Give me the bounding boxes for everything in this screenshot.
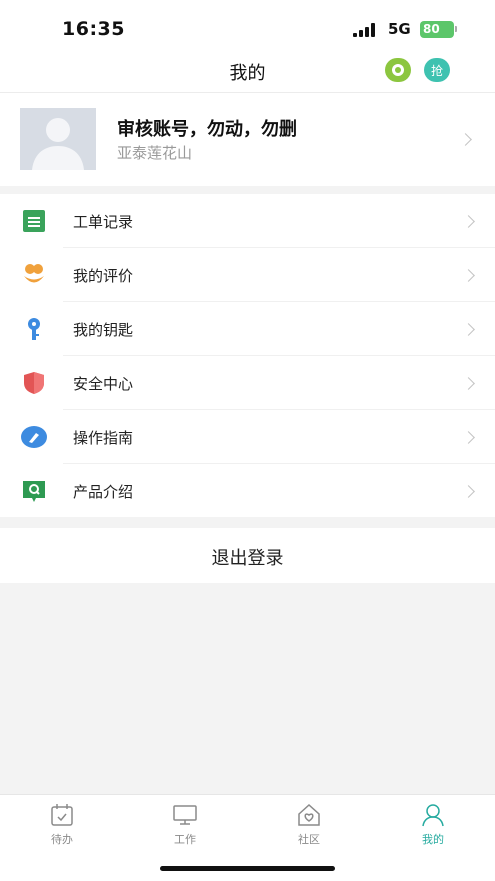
chevron-right-icon xyxy=(462,323,475,336)
flower-icon xyxy=(24,264,44,283)
status-bar: 16:35 5G 80 xyxy=(0,0,495,52)
tab-mine[interactable]: 我的 xyxy=(393,803,473,851)
calendar-check-icon xyxy=(51,804,73,826)
menu-item-work-orders[interactable]: 工单记录 xyxy=(0,194,495,248)
key-icon xyxy=(28,318,40,340)
community-home-icon xyxy=(298,803,320,826)
profile-name: 审核账号，勿动，勿删 xyxy=(117,119,297,140)
menu-item-my-keys[interactable]: 我的钥匙 xyxy=(0,302,495,356)
work-order-icon xyxy=(23,210,45,232)
avatar xyxy=(20,108,96,170)
tab-label: 待办 xyxy=(51,833,73,846)
tab-label: 工作 xyxy=(174,833,196,846)
ticket-icon xyxy=(392,64,404,76)
product-icon xyxy=(23,481,45,502)
logout-label: 退出登录 xyxy=(211,548,284,569)
menu-label: 我的钥匙 xyxy=(73,321,134,339)
menu-label: 产品介绍 xyxy=(73,483,134,501)
tab-todo[interactable]: 待办 xyxy=(22,803,102,851)
tab-label: 社区 xyxy=(298,833,320,846)
network-type: 5G xyxy=(388,20,411,38)
chevron-right-icon xyxy=(459,133,472,146)
default-avatar-icon xyxy=(32,118,84,170)
menu-item-security-center[interactable]: 安全中心 xyxy=(0,356,495,410)
status-time: 16:35 xyxy=(62,18,125,40)
home-indicator xyxy=(160,866,335,871)
chevron-right-icon xyxy=(462,431,475,444)
logout-button[interactable]: 退出登录 xyxy=(0,528,495,583)
ticket-button[interactable] xyxy=(385,58,411,82)
menu-item-product-intro[interactable]: 产品介绍 xyxy=(0,464,495,518)
chevron-right-icon xyxy=(462,485,475,498)
tab-label: 我的 xyxy=(422,833,444,846)
tab-work[interactable]: 工作 xyxy=(145,803,225,851)
chevron-right-icon xyxy=(462,269,475,282)
menu-label: 我的评价 xyxy=(73,267,134,285)
menu-label: 工单记录 xyxy=(73,213,134,231)
signal-icon xyxy=(353,22,379,37)
profile-card[interactable]: 审核账号，勿动，勿删 亚泰莲花山 xyxy=(0,92,495,186)
menu-label: 操作指南 xyxy=(73,429,134,447)
menu-item-my-reviews[interactable]: 我的评价 xyxy=(0,248,495,302)
menu-item-operation-guide[interactable]: 操作指南 xyxy=(0,410,495,464)
chevron-right-icon xyxy=(462,377,475,390)
battery-level: 80 xyxy=(423,22,440,36)
menu-label: 安全中心 xyxy=(73,375,134,393)
nav-bar: 我的 抢 xyxy=(0,52,495,92)
grab-order-button[interactable]: 抢 xyxy=(424,58,450,82)
menu-list: 工单记录 我的评价 我的钥匙 安全中心 操作指南 产品介绍 xyxy=(0,194,495,517)
profile-community: 亚泰莲花山 xyxy=(117,144,193,162)
page-title: 我的 xyxy=(229,63,266,84)
guide-icon xyxy=(21,426,47,448)
battery-icon: 80 xyxy=(420,21,454,38)
shield-icon xyxy=(24,372,44,394)
monitor-icon xyxy=(173,805,197,825)
grab-order-label: 抢 xyxy=(430,63,443,78)
person-icon xyxy=(422,804,444,827)
chevron-right-icon xyxy=(462,215,475,228)
battery-nub xyxy=(455,26,457,32)
tab-community[interactable]: 社区 xyxy=(269,803,349,851)
